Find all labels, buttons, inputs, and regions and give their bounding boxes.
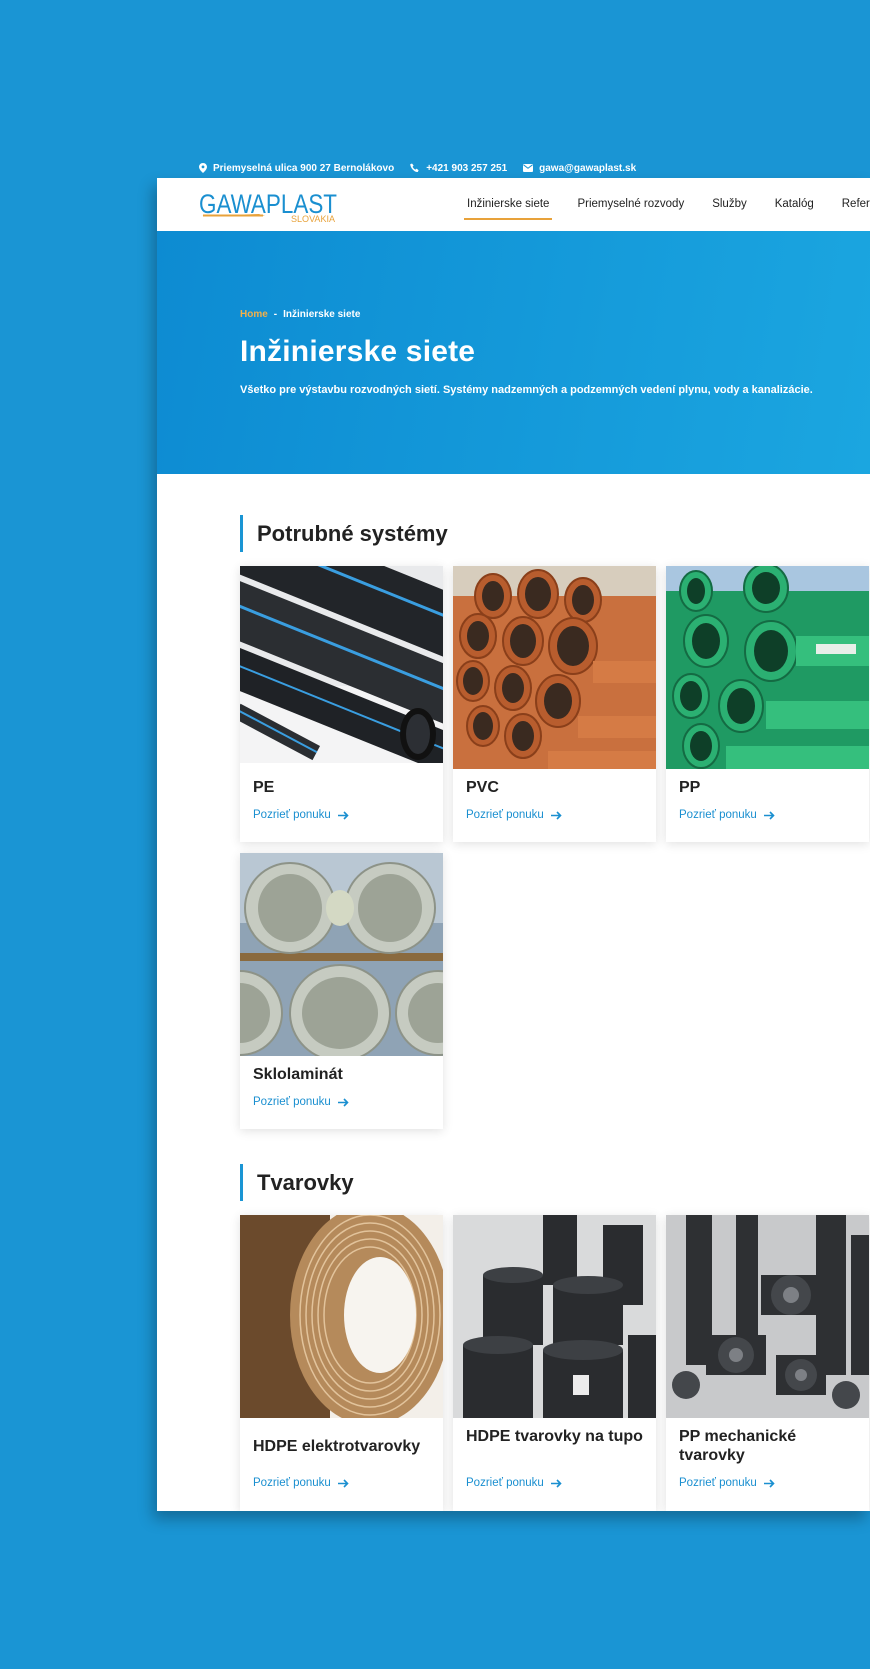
link-label: Pozrieť ponuku (679, 1477, 757, 1489)
view-offer-link[interactable]: Pozrieť ponuku (253, 809, 349, 821)
nav-item-sluzby[interactable]: Služby (698, 178, 761, 231)
card-title: PP mechanické tvarovky (679, 1428, 797, 1464)
product-card-hdpe-tvarovky-na-tupo[interactable]: HDPE tvarovky na tupo Pozrieť ponuku (453, 1215, 656, 1511)
view-offer-link[interactable]: Pozrieť ponuku (253, 1477, 349, 1489)
card-title: PP (679, 779, 701, 796)
compression-fittings-image (666, 1215, 869, 1418)
arrow-right-icon (550, 1478, 562, 1488)
main-nav: Inžinierske siete Priemyselné rozvody Sl… (453, 178, 870, 231)
section-title-potrubne-systemy: Potrubné systémy (240, 515, 448, 552)
nav-item-katalog[interactable]: Katalóg (761, 178, 828, 231)
page-title: Inžinierske siete (240, 335, 476, 368)
product-card-pe[interactable]: PE Pozrieť ponuku (240, 566, 443, 842)
product-card-pp-mechanicke-tvarovky[interactable]: PP mechanické tvarovky Pozrieť ponuku (666, 1215, 869, 1511)
breadcrumb-separator: - (273, 309, 278, 320)
gawaplast-logo[interactable]: GAWAPLAST SLOVAKIA (199, 187, 339, 224)
nav-item-priemyselne-rozvody[interactable]: Priemyselné rozvody (563, 178, 698, 231)
breadcrumb: Home - Inžinierske siete (240, 309, 360, 320)
breadcrumb-current: Inžinierske siete (283, 309, 361, 320)
hero-banner: Home - Inžinierske siete Inžinierske sie… (157, 231, 870, 474)
card-title: PE (253, 779, 275, 796)
view-offer-link[interactable]: Pozrieť ponuku (679, 1477, 775, 1489)
section-title-tvarovky: Tvarovky (240, 1164, 354, 1201)
website-window: GAWAPLAST SLOVAKIA Inžinierske siete Pri… (157, 178, 870, 1511)
link-label: Pozrieť ponuku (253, 1477, 331, 1489)
phone-icon (410, 163, 419, 173)
address-item: Priemyselná ulica 900 27 Bernolákovo (199, 163, 394, 174)
view-offer-link[interactable]: Pozrieť ponuku (679, 809, 775, 821)
pvc-pipes-image (453, 566, 656, 769)
view-offer-link[interactable]: Pozrieť ponuku (466, 1477, 562, 1489)
location-pin-icon (199, 163, 207, 173)
arrow-right-icon (337, 810, 349, 820)
link-label: Pozrieť ponuku (679, 809, 757, 821)
card-title: HDPE tvarovky na tupo (466, 1428, 643, 1445)
product-card-pvc[interactable]: PVC Pozrieť ponuku (453, 566, 656, 842)
card-title: Sklolaminát (253, 1066, 343, 1083)
electrofusion-fitting-image (240, 1215, 443, 1418)
arrow-right-icon (337, 1097, 349, 1107)
link-label: Pozrieť ponuku (466, 809, 544, 821)
page-description: Všetko pre výstavbu rozvodných sietí. Sy… (240, 384, 813, 396)
product-card-hdpe-elektrotvarovky[interactable]: HDPE elektrotvarovky Pozrieť ponuku (240, 1215, 443, 1511)
logo-sub-text: SLOVAKIA (291, 214, 335, 223)
view-offer-link[interactable]: Pozrieť ponuku (466, 809, 562, 821)
fiberglass-pipes-image (240, 853, 443, 1056)
email-text[interactable]: gawa@gawaplast.sk (539, 163, 636, 174)
nav-item-referencie[interactable]: Referencie (828, 178, 870, 231)
site-header: GAWAPLAST SLOVAKIA Inžinierske siete Pri… (157, 178, 870, 231)
address-text: Priemyselná ulica 900 27 Bernolákovo (213, 162, 395, 174)
breadcrumb-home-link[interactable]: Home (240, 309, 268, 320)
contact-bar: Priemyselná ulica 900 27 Bernolákovo +42… (199, 160, 636, 176)
link-label: Pozrieť ponuku (253, 1096, 331, 1108)
phone-item[interactable]: +421 903 257 251 (410, 163, 507, 174)
arrow-right-icon (763, 810, 775, 820)
butt-fusion-fittings-image (453, 1215, 656, 1418)
mail-icon (523, 164, 534, 172)
phone-text[interactable]: +421 903 257 251 (426, 163, 507, 174)
link-label: Pozrieť ponuku (253, 809, 331, 821)
arrow-right-icon (337, 1478, 349, 1488)
product-card-pp[interactable]: PP Pozrieť ponuku (666, 566, 869, 842)
email-item[interactable]: gawa@gawaplast.sk (523, 163, 636, 174)
link-label: Pozrieť ponuku (466, 1477, 544, 1489)
card-title: HDPE elektrotvarovky (253, 1438, 421, 1455)
nav-item-inzinierske-siete[interactable]: Inžinierske siete (453, 178, 563, 231)
pe-pipes-image (240, 566, 443, 763)
product-card-sklolaminat[interactable]: Sklolaminát Pozrieť ponuku (240, 853, 443, 1129)
arrow-right-icon (550, 810, 562, 820)
arrow-right-icon (763, 1478, 775, 1488)
view-offer-link[interactable]: Pozrieť ponuku (253, 1096, 349, 1108)
pp-pipes-image (666, 566, 869, 769)
card-title: PVC (466, 779, 499, 796)
